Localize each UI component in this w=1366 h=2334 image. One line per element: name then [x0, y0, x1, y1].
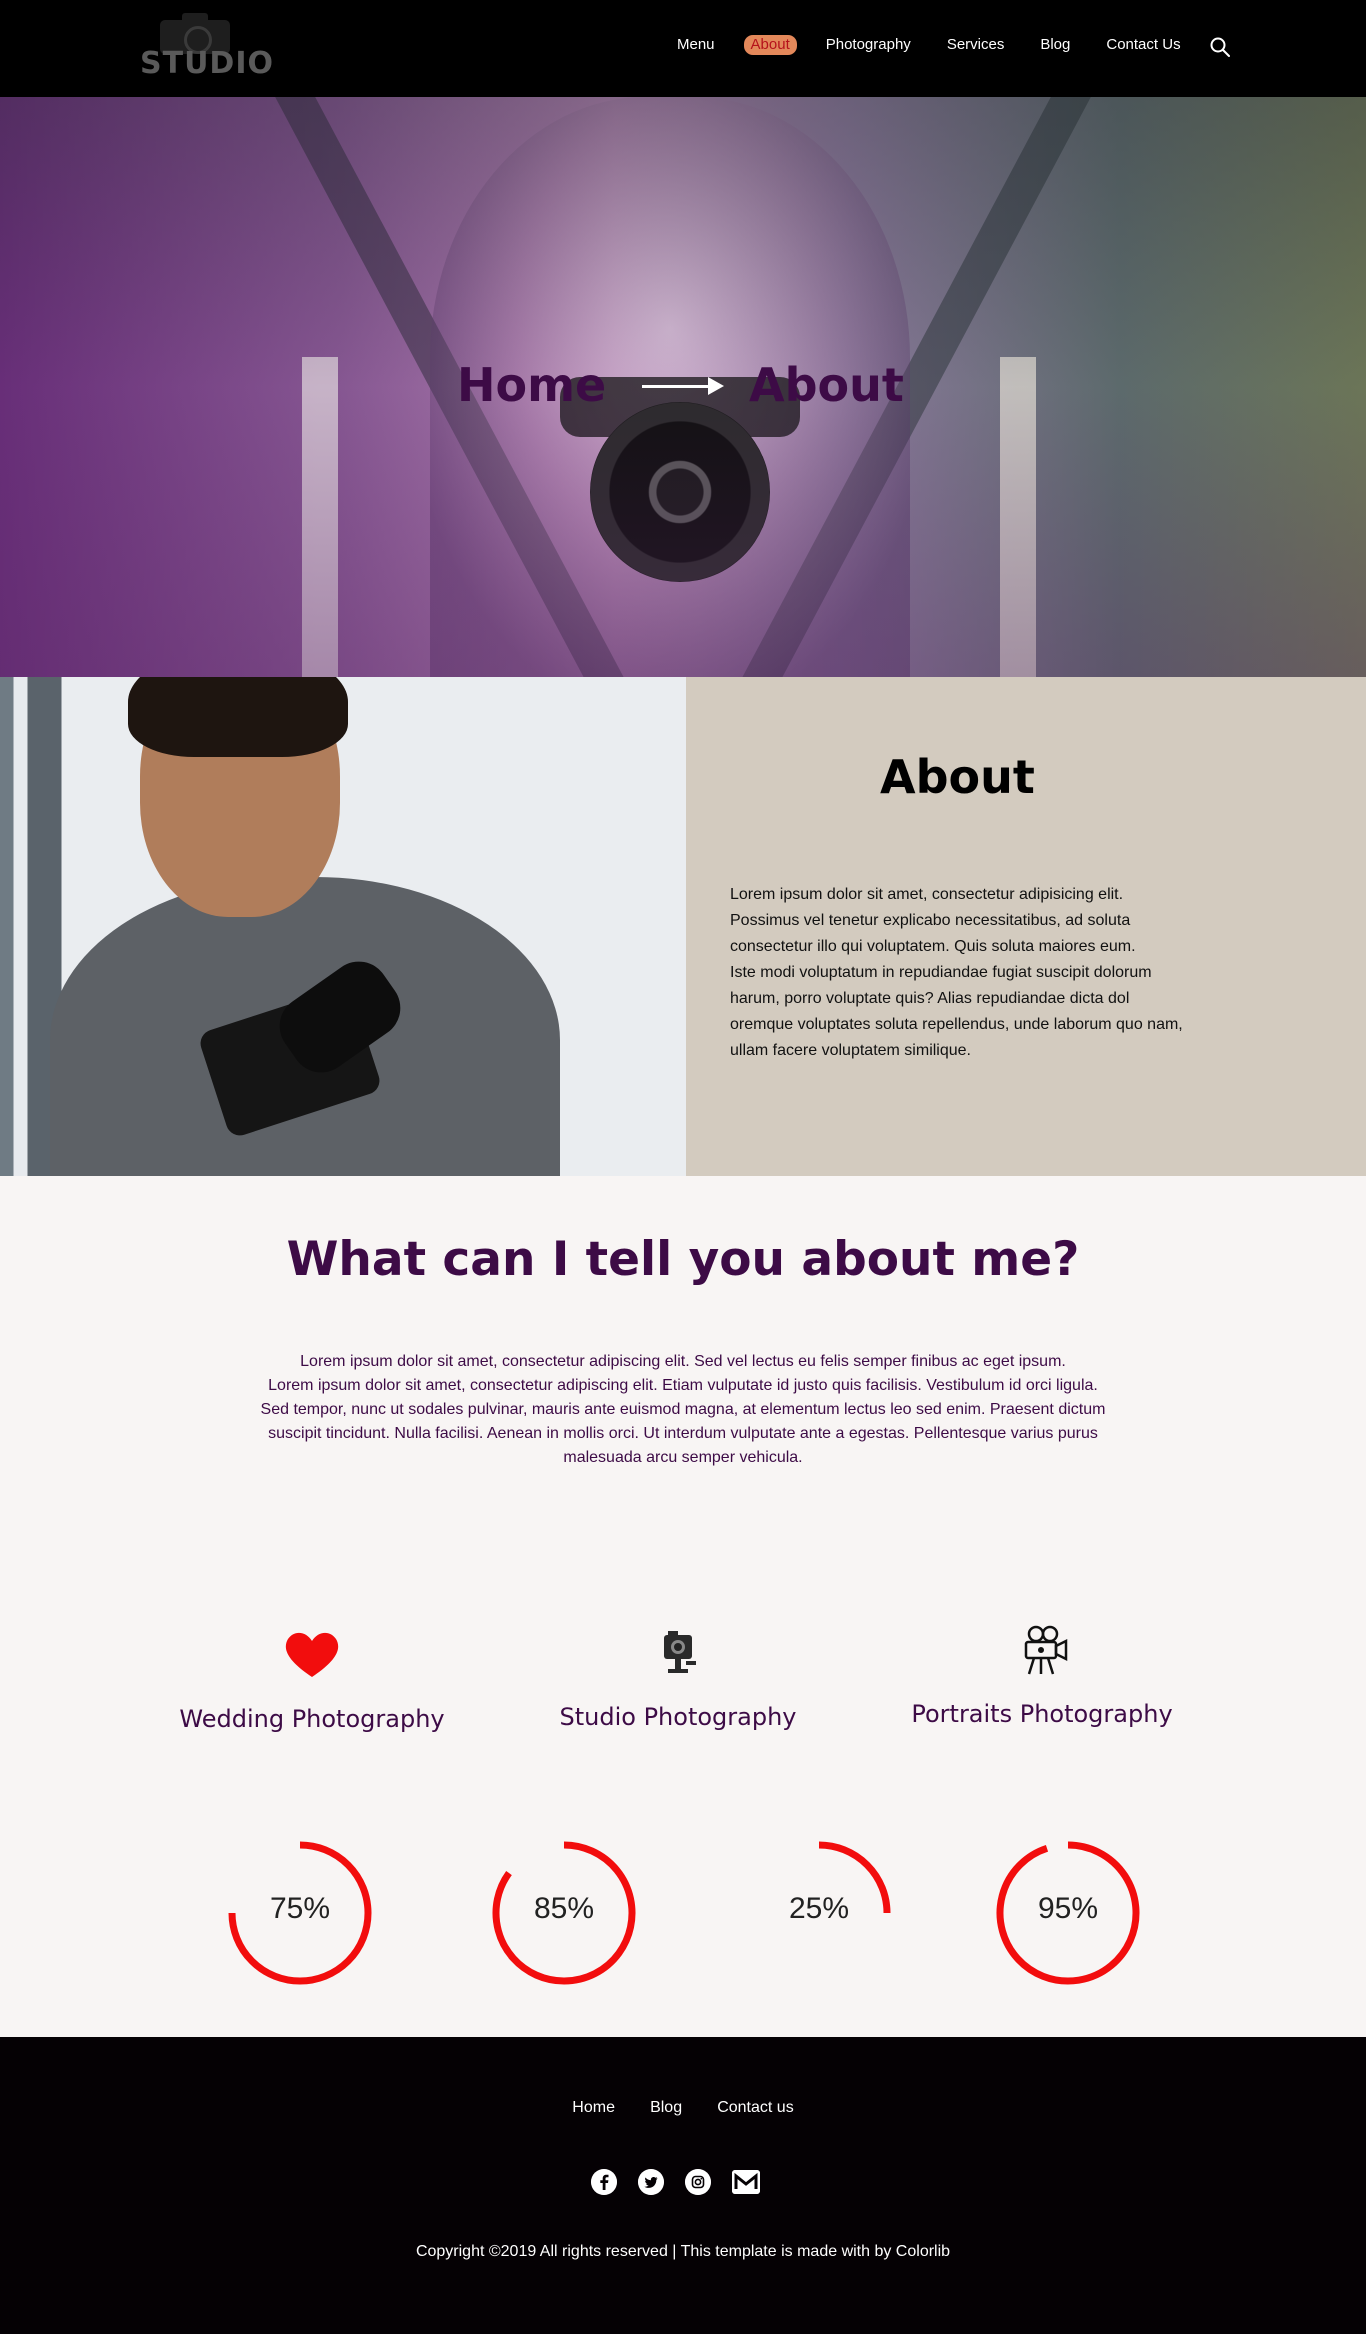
logo-text: STUDIO: [140, 46, 274, 81]
social-links: [591, 2169, 760, 2195]
skill-percent: 75%: [269, 1892, 331, 1925]
skill-percent: 25%: [788, 1892, 850, 1925]
service-wedding: Wedding Photography: [142, 1625, 482, 1733]
breadcrumb-home[interactable]: Home: [457, 358, 606, 412]
nav-item-photography[interactable]: Photography: [819, 35, 918, 55]
breadcrumb-current: About: [749, 358, 904, 412]
section-body: Lorem ipsum dolor sit amet, consectetur …: [260, 1353, 1106, 1466]
photo-hair: [128, 677, 348, 757]
search-icon[interactable]: [1210, 37, 1230, 57]
nav-item-menu[interactable]: Menu: [670, 35, 722, 55]
about-photo: [0, 677, 686, 1176]
nav-item-about[interactable]: About: [743, 35, 797, 55]
skill-ring: 95%: [993, 1838, 1143, 1988]
service-label: Wedding Photography: [179, 1705, 445, 1733]
camera-icon: [664, 1631, 696, 1673]
twitter-icon[interactable]: [638, 2169, 664, 2195]
nav-item-contact[interactable]: Contact Us: [1099, 35, 1187, 55]
service-portraits: Portraits Photography: [872, 1620, 1212, 1728]
skill-percent: 95%: [1037, 1892, 1099, 1925]
nav-item-services[interactable]: Services: [940, 35, 1012, 55]
mail-icon[interactable]: [732, 2170, 760, 2194]
skill-ring: 75%: [225, 1838, 375, 1988]
instagram-icon[interactable]: [685, 2169, 711, 2195]
service-label: Studio Photography: [559, 1703, 797, 1731]
main-menu: Menu About Photography Services Blog Con…: [670, 35, 1210, 55]
top-navbar: STUDIO Menu About Photography Services B…: [0, 0, 1366, 97]
studio-logo[interactable]: STUDIO: [140, 13, 274, 81]
breadcrumb: Home About: [0, 358, 1366, 418]
copyright-text: Copyright ©2019 All rights reserved | Th…: [415, 2243, 951, 2260]
section-title: What can I tell you about me?: [286, 1232, 1080, 1287]
movie-camera-icon: [1024, 1625, 1068, 1675]
skill-percent: 85%: [533, 1892, 595, 1925]
footer-link-contact[interactable]: Contact us: [717, 2099, 793, 2116]
footer-link-home[interactable]: Home: [572, 2099, 615, 2116]
skill-ring: 25%: [744, 1838, 894, 1988]
arrow-right-icon: [642, 377, 724, 395]
service-studio: Studio Photography: [508, 1623, 848, 1731]
about-body: Lorem ipsum dolor sit amet, consectetur …: [730, 886, 1183, 1059]
footer-nav: Home Blog Contact us: [0, 2097, 1366, 2117]
about-title: About: [880, 750, 1035, 804]
facebook-icon[interactable]: [591, 2169, 617, 2195]
skill-ring: 85%: [489, 1838, 639, 1988]
nav-item-blog[interactable]: Blog: [1033, 35, 1077, 55]
service-label: Portraits Photography: [911, 1700, 1173, 1728]
heart-icon: [285, 1632, 339, 1677]
footer-link-blog[interactable]: Blog: [650, 2099, 682, 2116]
